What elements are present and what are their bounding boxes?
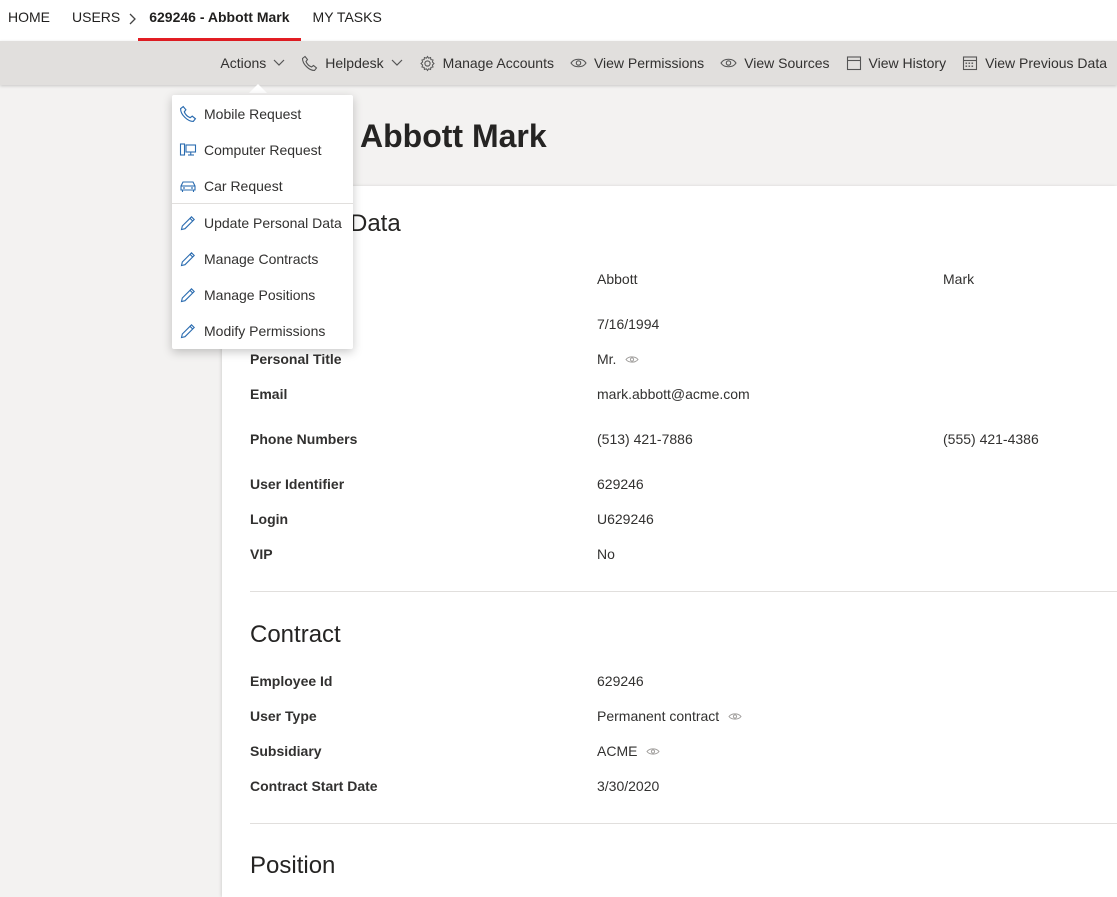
contract-start-date-label: Contract Start Date bbox=[250, 778, 378, 794]
actions-label: Actions bbox=[220, 55, 267, 71]
top-navigation: HOME USERS 629246 - Abbott Mark MY TASKS bbox=[0, 0, 1117, 41]
manage-accounts-button[interactable]: Manage Accounts bbox=[419, 55, 554, 72]
view-history-label: View History bbox=[868, 55, 947, 71]
view-previous-data-label: View Previous Data bbox=[985, 55, 1107, 71]
login-label: Login bbox=[250, 511, 289, 527]
first-name-value: Mark bbox=[943, 271, 975, 287]
computer-icon bbox=[179, 143, 197, 156]
personal-data-section-title: Data bbox=[350, 210, 401, 237]
chevron-down-icon bbox=[391, 59, 403, 66]
subsidiary-label: Subsidiary bbox=[250, 743, 322, 759]
menu-item-manage-positions[interactable]: Manage Positions bbox=[172, 277, 353, 313]
phone-icon bbox=[180, 105, 197, 122]
phone-number-2: (555) 421-4386 bbox=[943, 431, 1039, 447]
user-type-field: Permanent contract bbox=[597, 708, 742, 724]
menu-item-computer-request[interactable]: Computer Request bbox=[172, 132, 353, 168]
chevron-down-icon bbox=[273, 59, 285, 66]
view-permissions-button[interactable]: View Permissions bbox=[570, 55, 704, 71]
menu-item-car-request[interactable]: Car Request bbox=[172, 168, 353, 204]
view-permissions-label: View Permissions bbox=[593, 55, 705, 71]
last-name-value: Abbott bbox=[597, 271, 638, 287]
pencil-icon bbox=[180, 324, 195, 339]
calendar-grid-icon bbox=[963, 56, 978, 71]
pencil-icon bbox=[180, 216, 195, 231]
position-section-title: Position bbox=[250, 852, 336, 879]
chevron-right-icon bbox=[127, 4, 137, 38]
pencil-icon bbox=[180, 288, 195, 303]
eye-icon bbox=[720, 58, 737, 68]
nav-my-tasks[interactable]: MY TASKS bbox=[306, 0, 389, 41]
calendar-icon bbox=[846, 56, 861, 71]
subsidiary-field: ACME bbox=[597, 743, 661, 759]
birth-date-value: 7/16/1994 bbox=[597, 316, 660, 332]
employee-id-value: 629246 bbox=[597, 673, 644, 689]
eye-icon[interactable] bbox=[646, 747, 661, 756]
menu-item-label: Mobile Request bbox=[204, 106, 302, 122]
view-sources-button[interactable]: View Sources bbox=[720, 55, 830, 71]
menu-item-update-personal-data[interactable]: Update Personal Data bbox=[172, 205, 353, 241]
email-label: Email bbox=[250, 386, 288, 402]
eye-icon bbox=[570, 58, 587, 68]
user-identifier-value: 629246 bbox=[597, 476, 644, 492]
nav-users[interactable]: USERS bbox=[65, 0, 127, 41]
employee-id-label: Employee Id bbox=[250, 673, 333, 689]
helpdesk-label: Helpdesk bbox=[325, 55, 384, 71]
user-details-card: Data Abbott Mark 7/16/1994 Personal Titl… bbox=[222, 186, 1117, 897]
car-icon bbox=[180, 181, 196, 192]
phone-icon bbox=[302, 55, 318, 71]
gear-icon bbox=[419, 55, 435, 71]
user-identifier-label: User Identifier bbox=[250, 476, 345, 492]
menu-divider bbox=[172, 203, 353, 204]
user-type-value: Permanent contract bbox=[597, 708, 720, 724]
menu-item-label: Manage Contracts bbox=[204, 251, 319, 267]
login-value: U629246 bbox=[597, 511, 654, 527]
view-previous-data-button[interactable]: View Previous Data bbox=[962, 55, 1107, 71]
vip-value: No bbox=[597, 546, 615, 562]
user-type-label: User Type bbox=[250, 708, 317, 724]
eye-icon[interactable] bbox=[625, 355, 640, 364]
nav-home[interactable]: HOME bbox=[1, 0, 57, 41]
personal-title-field: Mr. bbox=[597, 351, 640, 367]
contract-section-title: Contract bbox=[250, 621, 341, 648]
personal-title-value: Mr. bbox=[597, 351, 617, 367]
view-history-button[interactable]: View History bbox=[846, 55, 947, 71]
actions-button[interactable]: Actions bbox=[220, 55, 285, 93]
eye-icon[interactable] bbox=[728, 712, 742, 721]
menu-item-label: Modify Permissions bbox=[204, 323, 326, 339]
command-bar: Actions Helpdesk Manage Accounts View Pe… bbox=[0, 41, 1117, 93]
vip-label: VIP bbox=[250, 546, 273, 562]
menu-item-label: Manage Positions bbox=[204, 287, 316, 303]
menu-item-mobile-request[interactable]: Mobile Request bbox=[172, 96, 353, 132]
menu-item-label: Computer Request bbox=[204, 142, 322, 158]
menu-item-label: Update Personal Data bbox=[204, 215, 342, 231]
menu-item-modify-permissions[interactable]: Modify Permissions bbox=[172, 313, 353, 349]
contract-start-date-value: 3/30/2020 bbox=[597, 778, 660, 794]
helpdesk-button[interactable]: Helpdesk bbox=[301, 55, 403, 72]
section-divider bbox=[250, 591, 1117, 592]
pencil-icon bbox=[180, 252, 195, 267]
section-divider bbox=[250, 823, 1117, 824]
menu-item-manage-contracts[interactable]: Manage Contracts bbox=[172, 241, 353, 277]
page-title: Abbott Mark bbox=[360, 118, 547, 154]
actions-dropdown-menu: Mobile Request Computer Request Car Requ… bbox=[172, 95, 353, 349]
menu-item-label: Car Request bbox=[204, 178, 283, 194]
subsidiary-value: ACME bbox=[597, 743, 638, 759]
personal-title-label: Personal Title bbox=[250, 351, 342, 367]
view-sources-label: View Sources bbox=[744, 55, 830, 71]
nav-current-user[interactable]: 629246 - Abbott Mark bbox=[138, 0, 301, 41]
phone-number-1: (513) 421-7886 bbox=[597, 431, 693, 447]
email-value: mark.abbott@acme.com bbox=[597, 386, 750, 402]
phone-numbers-label: Phone Numbers bbox=[250, 431, 358, 447]
manage-accounts-label: Manage Accounts bbox=[442, 55, 554, 71]
